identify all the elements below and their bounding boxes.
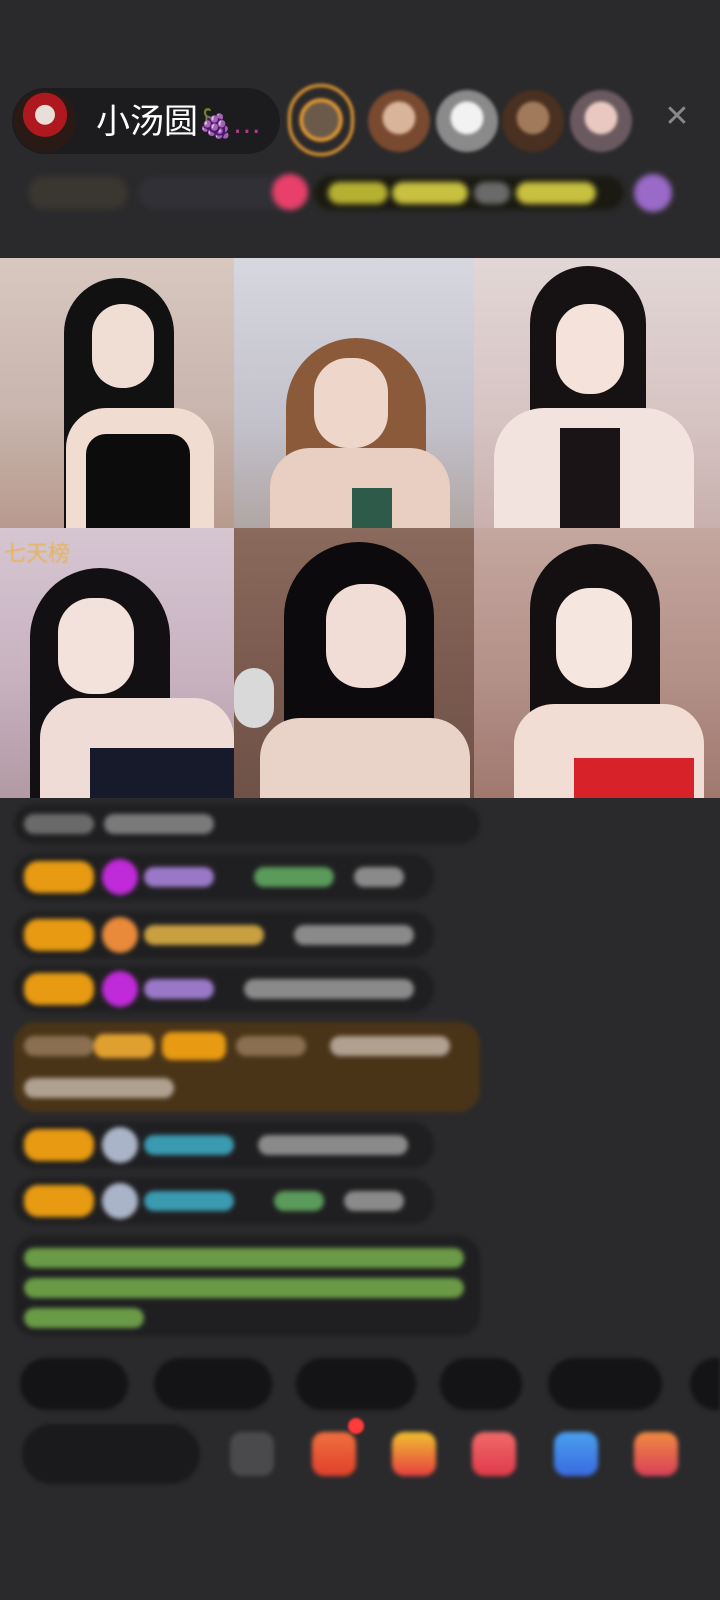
lucky-bag-icon[interactable] [392, 1432, 436, 1476]
video-tile-streamer-3[interactable] [474, 258, 720, 528]
host-name-suffix: 🍇… [198, 107, 261, 140]
quick-reply-3[interactable] [296, 1358, 416, 1410]
chat-message-7[interactable] [14, 1178, 434, 1224]
comment-input[interactable] [22, 1424, 200, 1484]
viewer-avatar-5[interactable] [570, 90, 632, 152]
chat-message-4[interactable] [14, 966, 434, 1012]
gift-icon[interactable] [634, 1432, 678, 1476]
gift-box-icon[interactable] [312, 1432, 356, 1476]
quick-reply-6[interactable] [690, 1358, 720, 1410]
chat-message-2[interactable] [14, 854, 434, 900]
quick-reply-2[interactable] [154, 1358, 272, 1410]
video-tile-streamer-1[interactable] [0, 258, 234, 528]
viewer-avatar-1[interactable] [288, 84, 354, 156]
share-icon[interactable] [554, 1432, 598, 1476]
video-tile-streamer-5[interactable] [234, 528, 474, 798]
host-name-text: 小汤圆 [96, 102, 198, 142]
chat-message-8[interactable] [14, 1236, 480, 1336]
viewer-avatar-3[interactable] [436, 90, 498, 152]
room-info-row[interactable] [18, 168, 684, 218]
quick-reply-5[interactable] [548, 1358, 662, 1410]
quick-reply-1[interactable] [20, 1358, 128, 1410]
viewer-avatar-2[interactable] [368, 90, 430, 152]
chat-message-1[interactable] [14, 804, 480, 844]
weekly-rank-badge[interactable]: 七天榜 [4, 536, 70, 568]
video-tile-streamer-2[interactable] [234, 258, 474, 528]
host-name[interactable]: 小汤圆🍇… [96, 100, 261, 146]
link-mic-icon[interactable] [472, 1432, 516, 1476]
host-avatar[interactable] [14, 90, 76, 152]
viewer-avatar-4[interactable] [502, 90, 564, 152]
chat-message-3[interactable] [14, 912, 434, 958]
quick-reply-4[interactable] [440, 1358, 522, 1410]
chat-message-6[interactable] [14, 1122, 434, 1168]
close-icon[interactable]: ✕ [660, 100, 694, 134]
emoji-icon[interactable] [230, 1432, 274, 1476]
video-tile-streamer-4[interactable] [0, 528, 234, 798]
video-tile-streamer-6[interactable] [474, 528, 720, 798]
chat-message-5[interactable] [14, 1022, 480, 1112]
notification-dot [348, 1418, 364, 1434]
